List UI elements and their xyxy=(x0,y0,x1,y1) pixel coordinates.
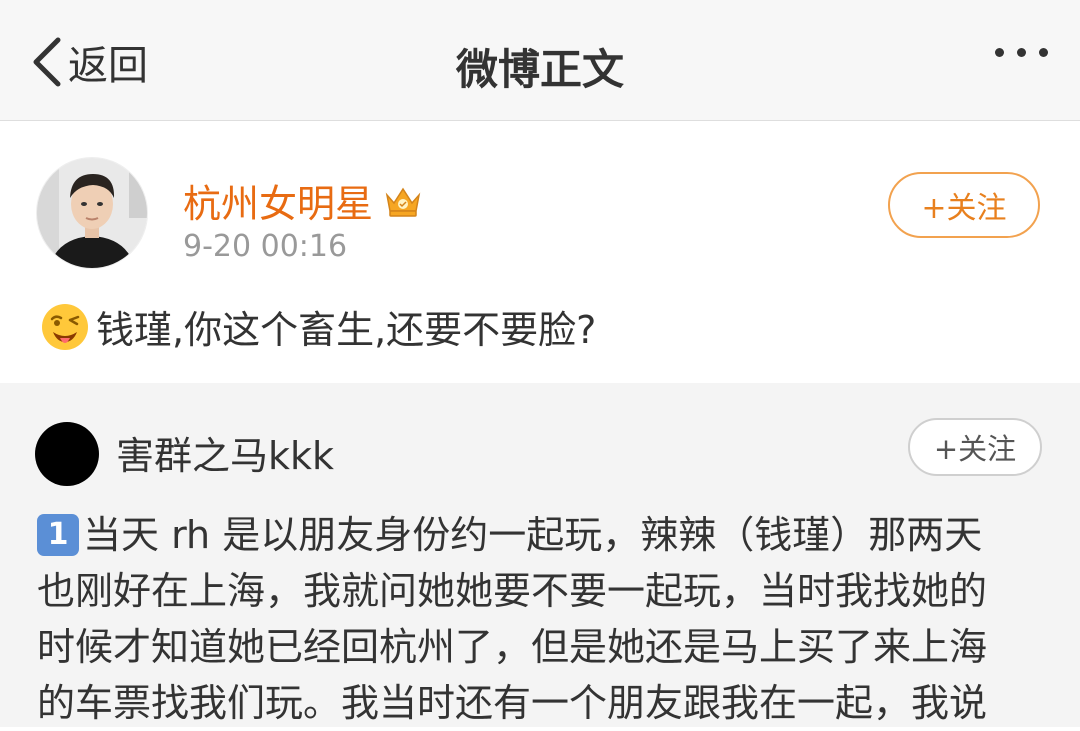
quoted-line: 的车票找我们玩。我当时还有一个朋友跟我在一起，我说 xyxy=(37,681,988,725)
keycap-one-icon: 1 xyxy=(37,513,79,556)
weibo-post: 杭州女明星 9-20 00:16 +关注 钱瑾,你这个畜生,还要不要脸? xyxy=(0,121,1080,383)
post-author-name: 杭州女明星 xyxy=(183,182,374,226)
tongue-wink-emoji-icon xyxy=(42,303,88,350)
avatar[interactable] xyxy=(36,157,148,269)
post-text: 钱瑾,你这个畜生,还要不要脸? xyxy=(96,308,597,352)
post-timestamp: 9-20 00:16 xyxy=(183,229,348,264)
post-content: 钱瑾,你这个畜生,还要不要脸? xyxy=(40,299,596,354)
follow-button[interactable]: +关注 xyxy=(888,172,1040,238)
quoted-follow-button[interactable]: +关注 xyxy=(908,418,1042,476)
quoted-author-name[interactable]: 害群之马kkk xyxy=(116,425,334,480)
more-options-icon[interactable] xyxy=(995,48,1048,57)
quoted-author-avatar[interactable] xyxy=(35,422,99,486)
vip-crown-icon xyxy=(385,187,421,217)
top-nav-bar: 返回 微博正文 xyxy=(0,0,1080,121)
quoted-line: 时候才知道她已经回杭州了，但是她还是马上买了来上海 xyxy=(37,625,988,669)
quoted-repost[interactable]: 害群之马kkk +关注 1 当天 rh 是以朋友身份约一起玩，辣辣（钱瑾）那两天 … xyxy=(0,383,1080,727)
avatar-portrait xyxy=(37,158,147,268)
post-author[interactable]: 杭州女明星 xyxy=(183,173,423,228)
quoted-line: 也刚好在上海，我就问她她要不要一起玩，当时我找她的 xyxy=(37,569,988,613)
quoted-line: 1 当天 rh 是以朋友身份约一起玩，辣辣（钱瑾）那两天 xyxy=(37,507,1047,563)
quoted-content: 1 当天 rh 是以朋友身份约一起玩，辣辣（钱瑾）那两天 也刚好在上海，我就问她她… xyxy=(37,507,1047,731)
page-title: 微博正文 xyxy=(455,45,624,94)
